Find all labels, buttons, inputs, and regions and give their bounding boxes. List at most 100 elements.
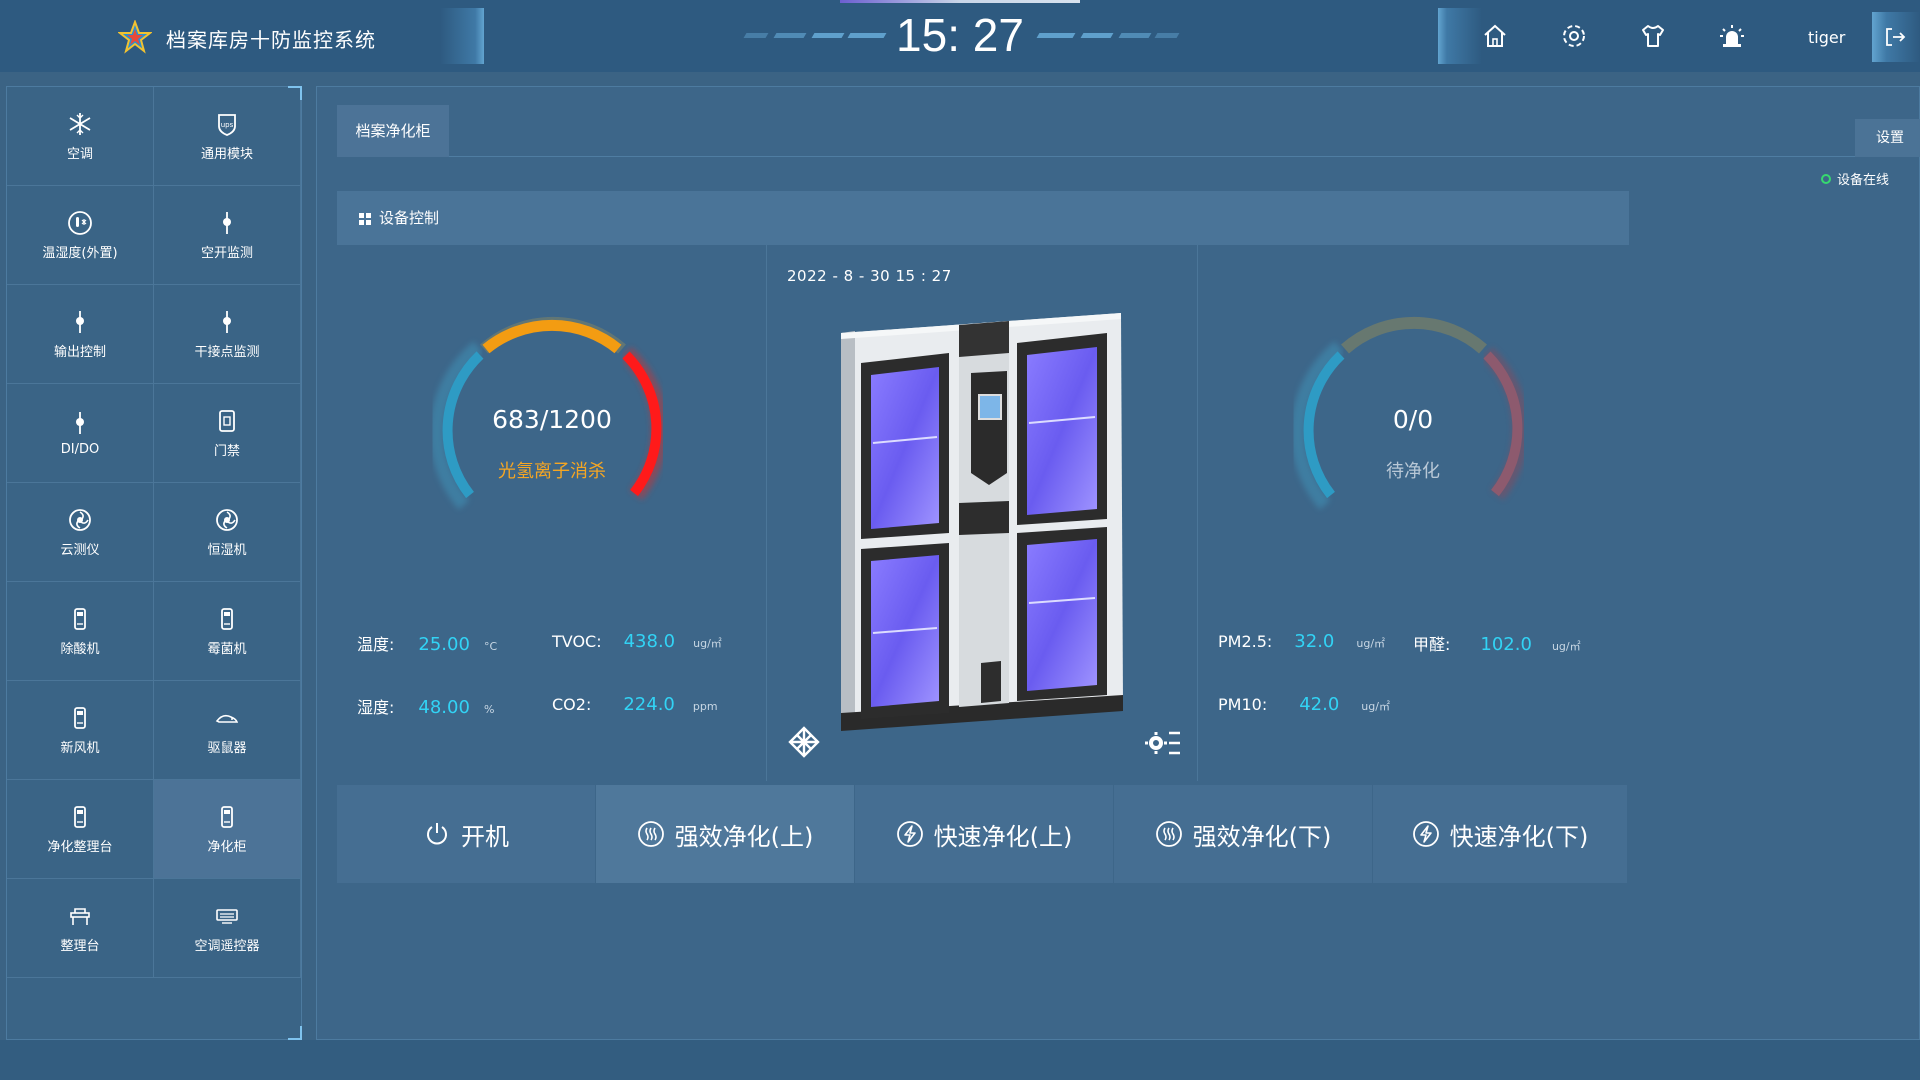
sidebar-item-label: 门禁 <box>213 443 240 459</box>
purification-status-label: 待净化 <box>1386 461 1440 482</box>
door-icon <box>214 408 240 434</box>
logout-button[interactable] <box>1872 12 1920 62</box>
sidebar-item[interactable]: 除酸机 <box>7 582 154 681</box>
config-gear-icon[interactable] <box>1145 727 1181 759</box>
settings-button[interactable]: 设置 <box>1855 119 1920 157</box>
sidebar-item-label: 净化整理台 <box>47 839 113 855</box>
control-button-row: 开机 强效净化(上) 快速净化(上) 强效净化(下) 快速净化(下) <box>337 785 1629 883</box>
humidity-unit: % <box>483 703 495 716</box>
skin-button[interactable] <box>1635 18 1671 54</box>
panel-title: 设备控制 <box>379 209 440 227</box>
strong-purify-lower-button[interactable]: 强效净化(下) <box>1114 785 1372 883</box>
sidebar-item-label: 空调 <box>66 146 93 162</box>
device-sidebar: 空调 ups 通用模块 温湿度(外置) 空开监测输出控制 干接点监测 DI/DO 门禁云测仪 恒… <box>6 86 302 1040</box>
co2-label: CO2: <box>552 695 592 714</box>
status-dot-icon <box>1821 173 1831 184</box>
fast-purify-lower-button[interactable]: 快速净化(下) <box>1373 785 1627 883</box>
tab-bar: 档案净化柜 设置 <box>337 105 1920 157</box>
pm25-value: 32.0 <box>1294 631 1335 652</box>
pin-icon <box>214 210 240 236</box>
sidebar-item[interactable]: ups 通用模块 <box>154 87 301 186</box>
humidity-reading: 湿度: 48.00 % <box>357 694 494 718</box>
device-status: 设备在线 <box>1821 169 1889 188</box>
strong-purify-lower-label: 强效净化(下) <box>1192 822 1332 851</box>
clock-right-decoration <box>1036 33 1180 41</box>
device-icon <box>214 804 240 830</box>
sidebar-item[interactable]: 整理台 <box>7 879 154 978</box>
left-sensor-column: 683/1200 光氢离子消杀 温度: 25.00 °C TVOC: 438.0… <box>337 245 767 781</box>
settings-nav-button[interactable] <box>1556 18 1592 54</box>
fast-purify-upper-button[interactable]: 快速净化(上) <box>855 785 1113 883</box>
pm25-reading: PM2.5: 32.0 ug/㎡ <box>1218 631 1385 652</box>
sidebar-item-label: 干接点监测 <box>194 344 260 360</box>
sidebar-item[interactable]: 干接点监测 <box>154 285 301 384</box>
co2-value: 224.0 <box>623 694 675 715</box>
pin-icon <box>67 309 93 335</box>
sidebar-item[interactable]: 驱鼠器 <box>154 681 301 780</box>
svg-text:ups: ups <box>221 121 234 129</box>
humidity-value: 48.00 <box>418 697 470 718</box>
sidebar-item-label: 空开监测 <box>200 245 253 261</box>
sidebar-item[interactable]: 净化整理台 <box>7 780 154 879</box>
device-icon <box>214 606 240 632</box>
pm10-unit: ug/㎡ <box>1361 700 1390 713</box>
logout-icon <box>1886 28 1906 46</box>
device-control-panel: 设备控制 683/1200 光氢离子消杀 温度: 25.00 °C TVOC: … <box>337 191 1629 883</box>
sidebar-item[interactable]: 恒湿机 <box>154 483 301 582</box>
sidebar-item[interactable]: 云测仪 <box>7 483 154 582</box>
sidebar-grid: 空调 ups 通用模块 温湿度(外置) 空开监测输出控制 干接点监测 DI/DO 门禁云测仪 恒… <box>7 87 301 1030</box>
pm25-label: PM2.5: <box>1218 632 1273 651</box>
pin-icon <box>67 410 93 436</box>
device-datetime: 2022 - 8 - 30 15 : 27 <box>787 267 952 285</box>
logo-star-icon <box>118 20 152 54</box>
sidebar-item[interactable]: 输出控制 <box>7 285 154 384</box>
mouse-icon <box>214 705 240 731</box>
thermometer-icon <box>67 210 93 236</box>
sidebar-item[interactable]: 门禁 <box>154 384 301 483</box>
sterilization-count: 683/1200 <box>492 405 612 434</box>
power-icon <box>427 823 447 845</box>
alarm-button[interactable] <box>1714 18 1750 54</box>
sidebar-item-label: 驱鼠器 <box>207 740 247 756</box>
device-icon <box>67 606 93 632</box>
ups-icon: ups <box>214 111 240 137</box>
sterilize-pattern-icon[interactable] <box>787 725 821 759</box>
tvoc-label: TVOC: <box>552 632 602 651</box>
pin-icon <box>214 309 240 335</box>
user-name[interactable]: tiger <box>1808 28 1845 47</box>
formaldehyde-value: 102.0 <box>1480 634 1532 655</box>
sidebar-item[interactable]: 新风机 <box>7 681 154 780</box>
home-icon <box>1484 24 1506 47</box>
purification-cabinet-image <box>841 313 1123 731</box>
sidebar-item[interactable]: 空开监测 <box>154 186 301 285</box>
sidebar-item[interactable]: 温湿度(外置) <box>7 186 154 285</box>
title-decoration <box>440 8 484 64</box>
fast-purify-lower-label: 快速净化(下) <box>1449 822 1589 851</box>
pm10-label: PM10: <box>1218 695 1268 714</box>
heat-icon <box>1155 821 1182 847</box>
heat-icon <box>637 821 664 847</box>
sidebar-item-label: 空调遥控器 <box>194 938 260 954</box>
power-on-button[interactable]: 开机 <box>337 785 595 883</box>
tab-purification-cabinet[interactable]: 档案净化柜 <box>337 105 449 157</box>
home-button[interactable] <box>1477 18 1513 54</box>
snowflake-icon <box>67 111 93 137</box>
sidebar-item-label: 新风机 <box>60 740 100 756</box>
humidity-label: 湿度: <box>357 698 395 717</box>
purification-count: 0/0 <box>1392 405 1434 434</box>
sidebar-filler <box>7 978 154 1030</box>
bottom-bar <box>0 1040 1920 1080</box>
sidebar-item[interactable]: 空调 <box>7 87 154 186</box>
sidebar-item-label: 除酸机 <box>60 641 100 657</box>
sidebar-item[interactable]: DI/DO <box>7 384 154 483</box>
sidebar-item[interactable]: 净化柜 <box>154 780 301 879</box>
fan-icon <box>214 507 240 533</box>
temperature-value: 25.00 <box>418 634 470 655</box>
sidebar-item[interactable]: 霉菌机 <box>154 582 301 681</box>
strong-purify-upper-button[interactable]: 强效净化(上) <box>596 785 854 883</box>
sidebar-item[interactable]: 空调遥控器 <box>154 879 301 978</box>
panel-header: 设备控制 <box>337 191 1629 245</box>
bolt-icon <box>896 821 923 847</box>
cabinet-column: 2022 - 8 - 30 15 : 27 <box>767 245 1198 781</box>
purification-gauge: 0/0 待净化 <box>1290 305 1533 545</box>
